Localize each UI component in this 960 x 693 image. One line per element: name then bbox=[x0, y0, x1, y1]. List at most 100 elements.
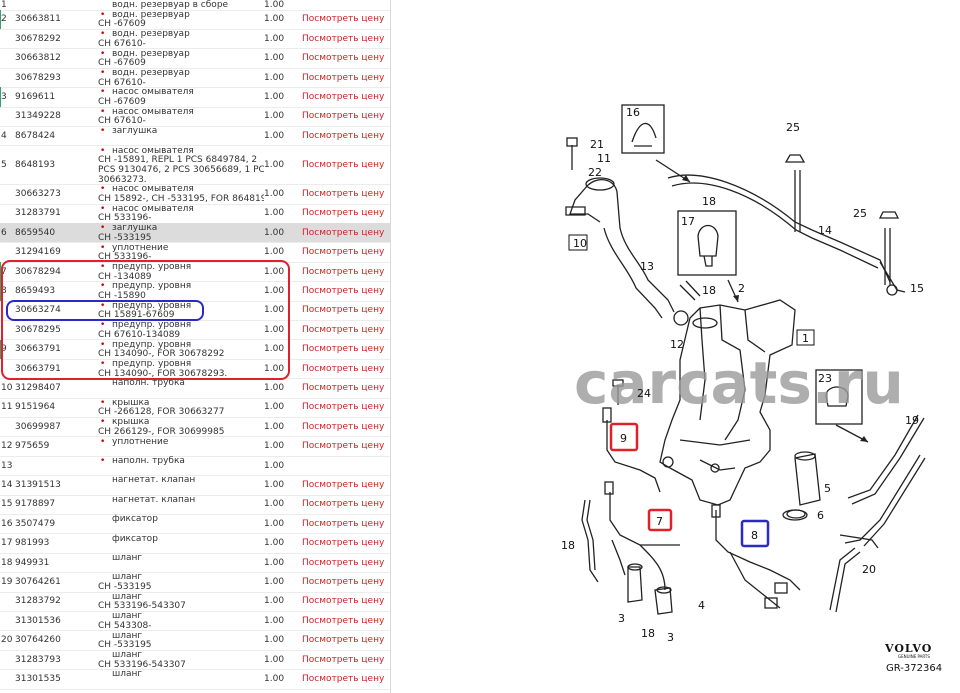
row-position-number: 3 bbox=[1, 91, 7, 102]
view-price-link[interactable]: Посмотреть цену bbox=[302, 344, 384, 354]
row-part-code: 31391513 bbox=[15, 479, 61, 490]
row-quantity: 1.00 bbox=[264, 596, 285, 607]
table-row: 12975659 уплотнение1.00 Посмотреть цену bbox=[0, 437, 390, 457]
row-part-note: CH 543308- bbox=[98, 620, 152, 631]
row-quantity: 1.00 bbox=[264, 538, 285, 549]
row-description: водн. резервуарCH -67609 bbox=[98, 49, 264, 68]
view-price-link[interactable]: Посмотреть цену bbox=[302, 674, 384, 684]
annotation-blue-outline bbox=[6, 299, 204, 322]
view-price-link[interactable]: Посмотреть цену bbox=[302, 286, 384, 296]
view-price-link[interactable]: Посмотреть цену bbox=[302, 499, 384, 509]
row-part-name: шланг bbox=[112, 591, 143, 602]
callout-23: 23 bbox=[818, 372, 832, 385]
row-description: наполн. трубка bbox=[98, 456, 264, 475]
row-part-code: 8648193 bbox=[15, 159, 56, 170]
row-part-name: шланг bbox=[112, 572, 143, 583]
view-price-link[interactable]: Посмотреть цену bbox=[302, 92, 384, 102]
view-price-link[interactable]: Посмотреть цену bbox=[302, 34, 384, 44]
row-part-note bbox=[98, 563, 264, 573]
view-price-link[interactable]: Посмотреть цену bbox=[302, 577, 384, 587]
view-price-link[interactable]: Посмотреть цену bbox=[302, 538, 384, 548]
view-price-link[interactable]: Посмотреть цену bbox=[302, 160, 384, 170]
callout-2: 2 bbox=[738, 282, 745, 295]
callout-7: 7 bbox=[656, 515, 663, 528]
view-price-link[interactable]: Посмотреть цену bbox=[302, 208, 384, 218]
row-description: наполн. трубка bbox=[98, 378, 264, 397]
view-price-link[interactable]: Посмотреть цену bbox=[302, 14, 384, 24]
row-part-name: шланг bbox=[112, 552, 143, 563]
callout-6: 6 bbox=[817, 509, 824, 522]
view-price-link[interactable]: Посмотреть цену bbox=[302, 616, 384, 626]
row-quantity: 1.00 bbox=[264, 654, 285, 665]
row-quantity: 1.00 bbox=[264, 402, 285, 413]
row-description: шланг CH -533195 bbox=[98, 631, 264, 650]
row-description: шланг CH 543308- bbox=[98, 611, 264, 630]
view-price-link[interactable]: Посмотреть цену bbox=[302, 441, 384, 451]
row-quantity: 1.00 bbox=[264, 673, 285, 684]
row-description: насос омывателяCH -15891, REPL 1 PCS 684… bbox=[98, 146, 264, 185]
row-part-name: насос омывателя bbox=[98, 107, 264, 117]
row-part-name: крышка bbox=[98, 417, 264, 427]
row-part-note: CH -67609 bbox=[98, 19, 146, 30]
row-quantity: 1.00 bbox=[264, 91, 285, 102]
row-part-note: CH -533195 bbox=[98, 581, 152, 592]
view-price-link[interactable]: Посмотреть цену bbox=[302, 383, 384, 393]
row-description: насос омывателяCH -67609 bbox=[98, 87, 264, 106]
view-price-link[interactable]: Посмотреть цену bbox=[302, 73, 384, 83]
row-description: фиксатор bbox=[98, 514, 264, 533]
view-price-link[interactable]: Посмотреть цену bbox=[302, 635, 384, 645]
row-position-number: 12 bbox=[1, 441, 13, 452]
row-quantity: 1.00 bbox=[264, 111, 285, 122]
table-row: 68659540заглушкаCH -5331951.00Посмотреть… bbox=[0, 223, 390, 244]
callout-25b: 25 bbox=[853, 207, 867, 220]
row-part-code: 949931 bbox=[15, 557, 50, 568]
row-description: нагнетат. клапан bbox=[98, 475, 264, 494]
view-price-link[interactable]: Посмотреть цену bbox=[302, 596, 384, 606]
view-price-link[interactable]: Посмотреть цену bbox=[302, 422, 384, 432]
view-price-link[interactable]: Посмотреть цену bbox=[302, 131, 384, 141]
row-position-number: 13 bbox=[1, 460, 13, 471]
row-part-note: CH 533196-543307 bbox=[98, 601, 186, 612]
callout-18d: 18 bbox=[641, 627, 655, 640]
row-part-name: водн. резервуар bbox=[98, 10, 264, 20]
view-price-link[interactable]: Посмотреть цену bbox=[302, 111, 384, 121]
table-row: 4 8678424 заглушка1.00 Посмотреть цену bbox=[0, 126, 390, 147]
table-row: 17 981993 фиксатор 1.00 Посмотреть цену bbox=[0, 534, 390, 554]
view-price-link[interactable]: Посмотреть цену bbox=[302, 655, 384, 665]
row-description: шланг bbox=[98, 669, 264, 688]
row-part-note: 30663273. bbox=[98, 174, 147, 185]
view-price-link[interactable]: Посмотреть цену bbox=[302, 519, 384, 529]
view-price-link[interactable]: Посмотреть цену bbox=[302, 558, 384, 568]
table-row: 20 30764260 шланг CH -533195 1.00 Посмотреть … bbox=[0, 631, 390, 651]
row-part-note bbox=[98, 485, 264, 495]
view-price-link[interactable]: Посмотреть цену bbox=[302, 53, 384, 63]
row-part-code: 30663273 bbox=[15, 188, 61, 199]
row-part-name: водн. резервуар bbox=[98, 49, 264, 59]
row-part-name: фиксатор bbox=[112, 533, 158, 544]
row-part-note: CH -67609 bbox=[98, 96, 146, 107]
table-row: 10 31298407 наполн. трубка 1.00 Посмотреть ц… bbox=[0, 378, 390, 399]
view-price-link[interactable]: Посмотреть цену bbox=[302, 364, 384, 374]
row-part-code: 30678292 bbox=[15, 33, 61, 44]
callout-25a: 25 bbox=[786, 121, 800, 134]
callout-11: 11 bbox=[597, 152, 611, 165]
table-row: 16 3507479 фиксатор 1.00 Посмотреть цену bbox=[0, 514, 390, 535]
view-price-link[interactable]: Посмотреть цену bbox=[302, 402, 384, 412]
table-row: 31283791насос омывателяCH 533196-1.00Пос… bbox=[0, 204, 390, 225]
table-row: 19 30764261 шланг CH -533195 1.00 Посмотреть … bbox=[0, 572, 390, 593]
view-price-link[interactable]: Посмотреть цену bbox=[302, 267, 384, 277]
view-price-link[interactable]: Посмотреть цену bbox=[302, 189, 384, 199]
view-price-link[interactable]: Посмотреть цену bbox=[302, 325, 384, 335]
row-position-number: 14 bbox=[1, 479, 13, 490]
view-price-link[interactable]: Посмотреть цену bbox=[302, 228, 384, 238]
view-price-link[interactable]: Посмотреть цену bbox=[302, 480, 384, 490]
row-quantity: 1.00 bbox=[264, 576, 285, 587]
view-price-link[interactable]: Посмотреть цену bbox=[302, 247, 384, 257]
table-row: 15 9178897 нагнетат. клапан 1.00 Посмотреть … bbox=[0, 495, 390, 516]
callout-15: 15 bbox=[910, 282, 924, 295]
view-price-link[interactable]: Посмотреть цену bbox=[302, 305, 384, 315]
table-row: 31301536 шланг CH 543308- 1.00 Посмотреть це… bbox=[0, 611, 390, 632]
row-part-name: уплотнение bbox=[98, 437, 264, 447]
callout-16: 16 bbox=[626, 106, 640, 119]
row-part-note: CH 67610- bbox=[98, 116, 146, 127]
